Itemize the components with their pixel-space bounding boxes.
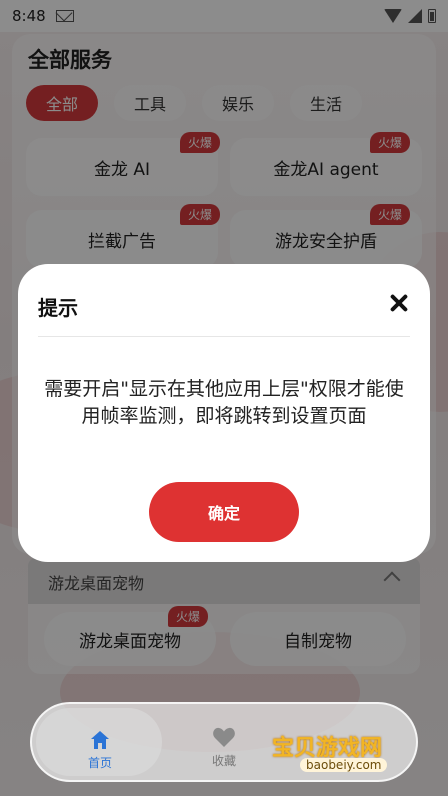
nav-home-label: 首页 bbox=[88, 756, 113, 770]
divider bbox=[38, 336, 410, 337]
dialog-title: 提示 bbox=[38, 296, 78, 320]
nav-favorites-label[interactable]: 收藏 bbox=[212, 752, 236, 769]
dialog-message: 需要开启"显示在其他应用上层"权限才能使用帧率监测，即将跳转到设置页面 bbox=[44, 378, 404, 427]
heart-icon[interactable] bbox=[212, 726, 236, 748]
home-icon bbox=[90, 730, 110, 750]
confirm-button[interactable]: 确定 bbox=[149, 482, 299, 542]
close-icon[interactable] bbox=[386, 290, 412, 316]
watermark-url: baobeiy.com bbox=[300, 758, 388, 772]
permission-dialog: 提示 需要开启"显示在其他应用上层"权限才能使用帧率监测，即将跳转到设置页面 确… bbox=[18, 264, 430, 562]
nav-home[interactable]: 首页 bbox=[36, 708, 162, 776]
